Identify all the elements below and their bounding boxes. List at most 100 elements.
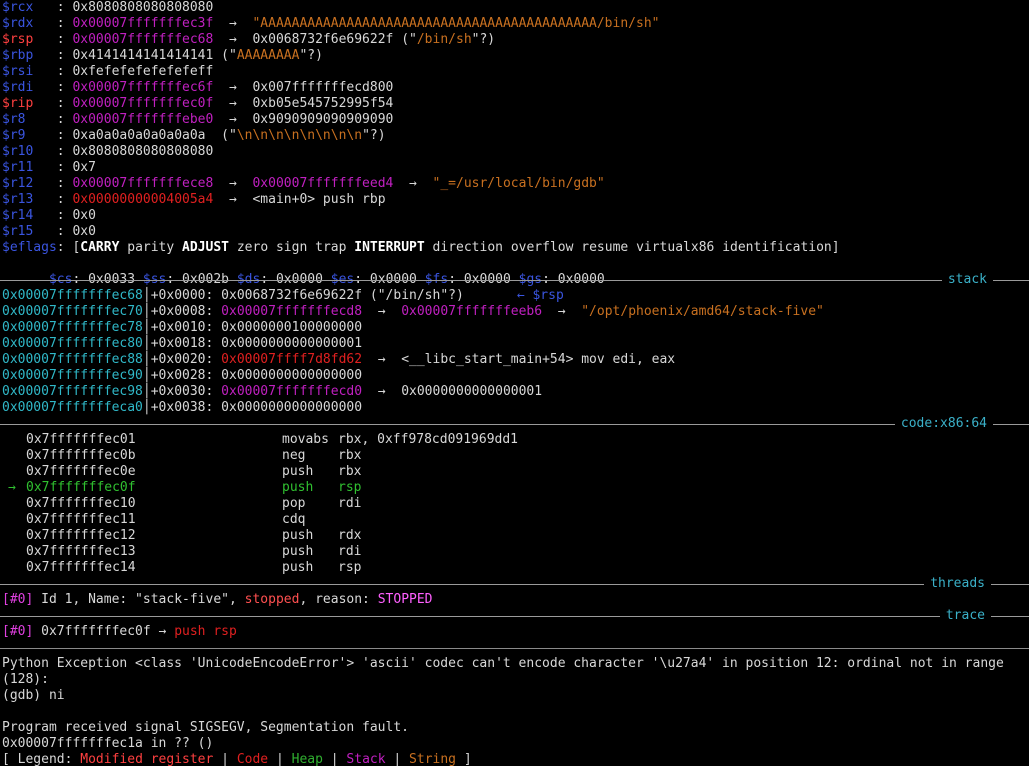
register-value: 0x8080808080808080 bbox=[72, 144, 214, 159]
eflag-parity: parity bbox=[127, 240, 175, 255]
register-name: $r15 bbox=[2, 224, 34, 239]
stack-bar: │ bbox=[142, 368, 151, 383]
stack-offset: +0x0010: bbox=[150, 320, 222, 335]
register-name: $rip bbox=[2, 96, 34, 111]
thread-info: Id 1, Name: "stack-five", bbox=[33, 592, 245, 607]
trace-instruction: push rsp bbox=[174, 624, 237, 639]
instruction-operands: rbx bbox=[338, 464, 362, 479]
register-row: $r11 : 0x7 bbox=[2, 160, 96, 175]
stack-row: 0x00007fffffffec98│+0x0030: 0x00007fffff… bbox=[2, 384, 542, 400]
arrow-icon: → bbox=[213, 16, 253, 31]
instruction-mnemonic: movabs bbox=[282, 432, 329, 447]
current-instruction-arrow-icon: → bbox=[8, 480, 16, 495]
stack-slot-address: 0x00007fffffffec80 bbox=[2, 336, 143, 351]
instruction-address: 0x7fffffffec0e bbox=[26, 464, 136, 479]
register-row: $rbp : 0x4141414141414141 ("AAAAAAAA"?) bbox=[2, 48, 323, 63]
register-name: $r14 bbox=[2, 208, 34, 223]
stack-slot-address: 0x00007fffffffec98 bbox=[2, 384, 143, 399]
stack-value: 0x00007fffffffecd0 bbox=[221, 384, 363, 399]
stack-slot-address: 0x00007fffffffec88 bbox=[2, 352, 143, 367]
segments-row: $cs: 0x0033 $ss: 0x002b $ds: 0x0000 $es:… bbox=[48, 272, 605, 287]
register-name: $rcx bbox=[2, 0, 34, 15]
eflag-interrupt: INTERRUPT bbox=[354, 240, 425, 255]
register-value: 0x00007fffffffebe0 bbox=[72, 112, 214, 127]
stack-offset: +0x0038: bbox=[150, 400, 222, 415]
section-title-trace: trace bbox=[939, 608, 991, 624]
trace-id: [#0] bbox=[2, 624, 34, 639]
bottom-divider bbox=[0, 640, 1029, 656]
thread-row[interactable]: [#0] Id 1, Name: "stack-five", stopped, … bbox=[2, 592, 433, 608]
stack-deref: 0x00007fffffffeeb6 bbox=[401, 304, 543, 319]
trace-row[interactable]: [#0] 0x7fffffffec0f → push rsp bbox=[2, 624, 237, 640]
stack-bar: │ bbox=[142, 288, 151, 303]
register-row: $r13 : 0x00000000004005a4 → <main+0> pus… bbox=[2, 192, 386, 207]
rsp-pointer-tag: ← $rsp bbox=[516, 288, 564, 303]
legend-stack: Stack bbox=[346, 752, 386, 766]
eflag-trap: trap bbox=[315, 240, 347, 255]
code-section-header: code:x86:64 bbox=[0, 416, 1029, 432]
register-name: $rdi bbox=[2, 80, 34, 95]
register-deref: 0xb05e545752995f54 bbox=[252, 96, 394, 111]
stack-value: 0x0000000000000000 bbox=[221, 368, 363, 383]
instruction-address: 0x7fffffffec13 bbox=[26, 544, 136, 559]
stack-bar: │ bbox=[142, 400, 151, 415]
section-title-stack: stack bbox=[941, 272, 993, 288]
stack-bar: │ bbox=[142, 320, 151, 335]
section-title-threads: threads bbox=[924, 576, 991, 592]
instruction-row: 0x7fffffffec12 push rdx bbox=[2, 528, 361, 544]
register-value: 0xa0a0a0a0a0a0a0a bbox=[72, 128, 206, 143]
register-name: $rdx bbox=[2, 16, 34, 31]
instruction-mnemonic: push bbox=[282, 560, 314, 575]
stack-section-header: stack bbox=[0, 272, 1029, 288]
register-value: 0xfefefefefefefeff bbox=[72, 64, 214, 79]
arrow-icon: → bbox=[213, 32, 253, 47]
gdb-terminal[interactable]: $rcx : 0x8080808080808080 $rdx : 0x00007… bbox=[0, 0, 1029, 766]
register-row: $r14 : 0x0 bbox=[2, 208, 96, 223]
instruction-mnemonic: pop bbox=[282, 496, 306, 511]
arrow-icon: → bbox=[362, 384, 402, 399]
instruction-row: 0x7fffffffec10 pop rdi bbox=[2, 496, 361, 512]
register-name: $rsi bbox=[2, 64, 34, 79]
console-line: 0x00007fffffffec1a in ?? () bbox=[2, 736, 214, 751]
register-value: 0x8080808080808080 bbox=[72, 0, 214, 15]
trace-address: 0x7fffffffec0f bbox=[33, 624, 151, 639]
register-deref: 0x00007fffffffeed4 bbox=[252, 176, 394, 191]
register-name: $r9 bbox=[2, 128, 26, 143]
instruction-mnemonic: push bbox=[282, 544, 314, 559]
eflag-identification: identification bbox=[722, 240, 832, 255]
register-row: $r15 : 0x0 bbox=[2, 224, 96, 239]
arrow-icon: → bbox=[393, 176, 433, 191]
stack-slot-address: 0x00007fffffffec90 bbox=[2, 368, 143, 383]
register-value: 0x00007fffffffec0f bbox=[72, 96, 214, 111]
instruction-row: 0x7fffffffec11 cdq bbox=[2, 512, 338, 528]
register-deref: 0x0068732f6e69622f bbox=[252, 32, 394, 47]
stack-row: 0x00007fffffffec78│+0x0010: 0x0000000100… bbox=[2, 320, 362, 336]
register-name: $r11 bbox=[2, 160, 34, 175]
register-row: $rcx : 0x8080808080808080 bbox=[2, 0, 214, 15]
stack-row: 0x00007fffffffec68│+0x0000: 0x0068732f6e… bbox=[2, 288, 564, 304]
register-row: $rip : 0x00007fffffffec0f → 0xb05e545752… bbox=[2, 96, 394, 111]
thread-reason: STOPPED bbox=[377, 592, 433, 607]
divider bbox=[0, 280, 1029, 281]
eflags-row: $eflags: [CARRY parity ADJUST zero sign … bbox=[2, 240, 840, 255]
register-name: $r8 bbox=[2, 112, 26, 127]
stack-offset: +0x0030: bbox=[150, 384, 222, 399]
divider bbox=[0, 648, 1029, 649]
section-title-code: code:x86:64 bbox=[894, 416, 993, 432]
eflags-name: $eflags bbox=[2, 240, 57, 255]
stack-row: 0x00007fffffffec90│+0x0028: 0x0000000000… bbox=[2, 368, 362, 384]
stack-offset: +0x0018: bbox=[150, 336, 222, 351]
register-deref: 0x9090909090909090 bbox=[252, 112, 394, 127]
stack-row: 0x00007fffffffec70│+0x0008: 0x00007fffff… bbox=[2, 304, 824, 320]
eflag-virtualx86: virtualx86 bbox=[636, 240, 715, 255]
register-name: $r12 bbox=[2, 176, 34, 191]
stack-deref: 0x0000000000000001 bbox=[401, 384, 543, 399]
instruction-operands: rdx bbox=[338, 528, 362, 543]
arrow-icon: → bbox=[362, 304, 402, 319]
instruction-operands: rbx, 0xff978cd091969dd1 bbox=[338, 432, 519, 447]
stack-value: 0x0000000000000001 bbox=[221, 336, 363, 351]
instruction-row: 0x7fffffffec0e push rbx bbox=[2, 464, 361, 480]
thread-state: stopped bbox=[244, 592, 300, 607]
instruction-row: 0x7fffffffec0b neg rbx bbox=[2, 448, 361, 464]
register-row: $rdi : 0x00007fffffffec6f → 0x007fffffff… bbox=[2, 80, 394, 95]
